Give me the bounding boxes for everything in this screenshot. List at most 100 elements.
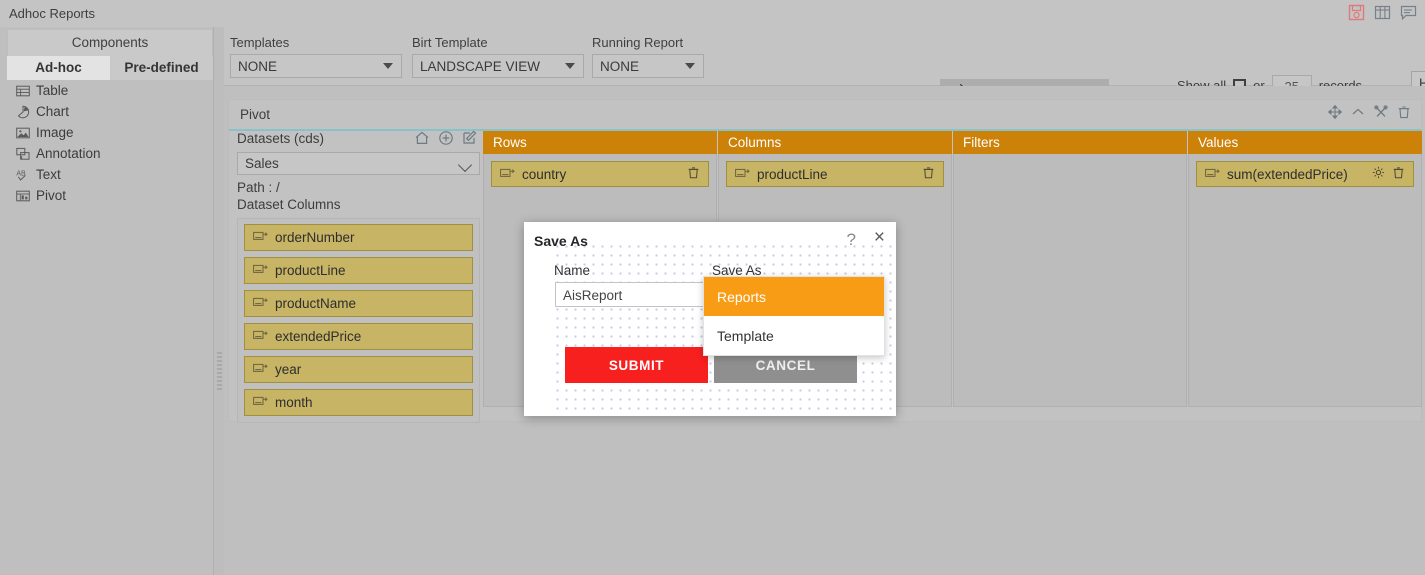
name-input[interactable]: AisReport — [555, 282, 707, 307]
comment-icon[interactable] — [1400, 4, 1417, 21]
zone-values-header: Values — [1188, 131, 1422, 154]
sidebar-item-text[interactable]: AB Text — [7, 164, 213, 185]
close-icon[interactable]: × — [874, 228, 885, 247]
chip-label: sum(extendedPrice) — [1227, 166, 1348, 182]
delete-icon[interactable] — [922, 166, 935, 182]
move-icon[interactable] — [1327, 104, 1343, 122]
zone-values-body[interactable]: sum(extendedPrice) — [1188, 154, 1422, 407]
grid-view-icon[interactable] — [1374, 4, 1391, 21]
delete-icon[interactable] — [1392, 166, 1405, 182]
field-icon — [253, 362, 268, 377]
chip-label: country — [522, 166, 567, 182]
help-icon[interactable]: ? — [847, 230, 856, 250]
components-header: Components — [7, 29, 213, 57]
splitter-grip-icon[interactable] — [217, 352, 222, 390]
save-as-dropdown[interactable]: Reports Template — [703, 276, 885, 356]
delete-icon[interactable] — [1397, 105, 1411, 122]
gear-icon[interactable] — [1372, 166, 1385, 182]
tools-icon[interactable] — [1374, 105, 1388, 122]
dropdown-option-reports[interactable]: Reports — [704, 277, 884, 316]
zone-filters: Filters — [953, 131, 1187, 407]
tab-pre-defined[interactable]: Pre-defined — [110, 56, 213, 80]
chip-label: month — [275, 395, 313, 410]
zone-columns-header: Columns — [718, 131, 952, 154]
field-icon — [253, 230, 268, 245]
running-report-select[interactable]: NONE — [592, 54, 704, 78]
add-circle-icon[interactable] — [438, 130, 454, 149]
chevron-up-icon[interactable] — [1351, 105, 1365, 122]
sidebar-item-image[interactable]: Image — [7, 122, 213, 143]
window-titlebar: Adhoc Reports — [0, 0, 1425, 28]
running-report-field: Running Report NONE — [592, 35, 704, 78]
running-report-value: NONE — [600, 58, 640, 74]
tab-ad-hoc[interactable]: Ad-hoc — [7, 56, 110, 80]
zone-values: Values sum(extendedPrice) — [1188, 131, 1422, 407]
pivot-field-chip[interactable]: country — [491, 161, 709, 187]
pivot-field-chip[interactable]: productLine — [726, 161, 944, 187]
dataset-column-chip[interactable]: orderNumber — [244, 224, 473, 251]
sidebar-tabs: Ad-hoc Pre-defined — [7, 56, 213, 80]
datasets-title-row: Datasets (cds) — [237, 130, 480, 149]
chevron-down-icon — [457, 157, 473, 173]
dataset-column-chip[interactable]: productName — [244, 290, 473, 317]
dataset-column-chip[interactable]: month — [244, 389, 473, 416]
home-icon[interactable] — [414, 130, 430, 149]
zone-filters-body[interactable] — [953, 154, 1187, 407]
pivot-icon — [16, 189, 30, 203]
left-sidebar: Components Ad-hoc Pre-defined Table Char… — [0, 27, 217, 575]
datasets-column: Datasets (cds) Sales Path: / Dataset Co… — [237, 130, 480, 423]
chip-label: year — [275, 362, 302, 377]
component-list: Table Chart Image Annotation AB Text Piv… — [7, 80, 213, 206]
sidebar-item-chart[interactable]: Chart — [7, 101, 213, 122]
templates-value: NONE — [238, 58, 278, 74]
zone-filters-header: Filters — [953, 131, 1187, 154]
submit-button[interactable]: SUBMIT — [565, 347, 708, 383]
sidebar-item-pivot[interactable]: Pivot — [7, 185, 213, 206]
dataset-column-chip[interactable]: extendedPrice — [244, 323, 473, 350]
field-icon — [253, 296, 268, 311]
field-icon — [735, 167, 750, 182]
chevron-down-icon — [565, 63, 575, 69]
text-ab-icon: AB — [16, 168, 30, 182]
birt-template-label: Birt Template — [412, 35, 488, 50]
pie-chart-icon — [16, 105, 30, 119]
image-icon — [16, 126, 30, 140]
table-icon — [16, 84, 30, 98]
dataset-columns-list[interactable]: orderNumber productLine productName exte… — [237, 218, 480, 423]
chip-label: orderNumber — [275, 230, 355, 245]
dataset-column-chip[interactable]: year — [244, 356, 473, 383]
pivot-panel-header: Pivot — [229, 100, 1421, 131]
birt-template-field: Birt Template LANDSCAPE VIEW — [412, 35, 584, 78]
sidebar-item-label: Image — [36, 125, 74, 140]
dropdown-option-template[interactable]: Template — [704, 316, 884, 355]
sidebar-item-label: Annotation — [36, 146, 101, 161]
dialog-titlebar: Save As ? × — [524, 222, 896, 256]
edit-icon[interactable] — [462, 130, 478, 149]
sidebar-item-label: Pivot — [36, 188, 67, 203]
dataset-select[interactable]: Sales — [237, 152, 480, 175]
chip-label: extendedPrice — [275, 329, 362, 344]
dataset-columns-label: Dataset Columns — [237, 197, 341, 212]
birt-template-value: LANDSCAPE VIEW — [420, 58, 541, 74]
templates-field: Templates NONE — [230, 35, 402, 78]
delete-icon[interactable] — [687, 166, 700, 182]
chip-label: productName — [275, 296, 357, 311]
dataset-column-chip[interactable]: productLine — [244, 257, 473, 284]
birt-template-select[interactable]: LANDSCAPE VIEW — [412, 54, 584, 78]
templates-select[interactable]: NONE — [230, 54, 402, 78]
dataset-path: Path : / — [237, 180, 280, 195]
annotation-icon — [16, 147, 30, 161]
sidebar-item-table[interactable]: Table — [7, 80, 213, 101]
sidebar-item-label: Table — [36, 83, 69, 98]
pivot-field-chip[interactable]: sum(extendedPrice) — [1196, 161, 1414, 187]
field-icon — [500, 167, 515, 182]
sidebar-item-label: Chart — [36, 104, 70, 119]
chevron-down-icon — [383, 63, 393, 69]
sidebar-item-label: Text — [36, 167, 61, 182]
sidebar-item-annotation[interactable]: Annotation — [7, 143, 213, 164]
window-icon-group — [1348, 4, 1417, 21]
field-icon — [253, 395, 268, 410]
chip-label: productLine — [275, 263, 346, 278]
save-report-icon[interactable] — [1348, 4, 1365, 21]
field-icon — [1205, 167, 1220, 182]
